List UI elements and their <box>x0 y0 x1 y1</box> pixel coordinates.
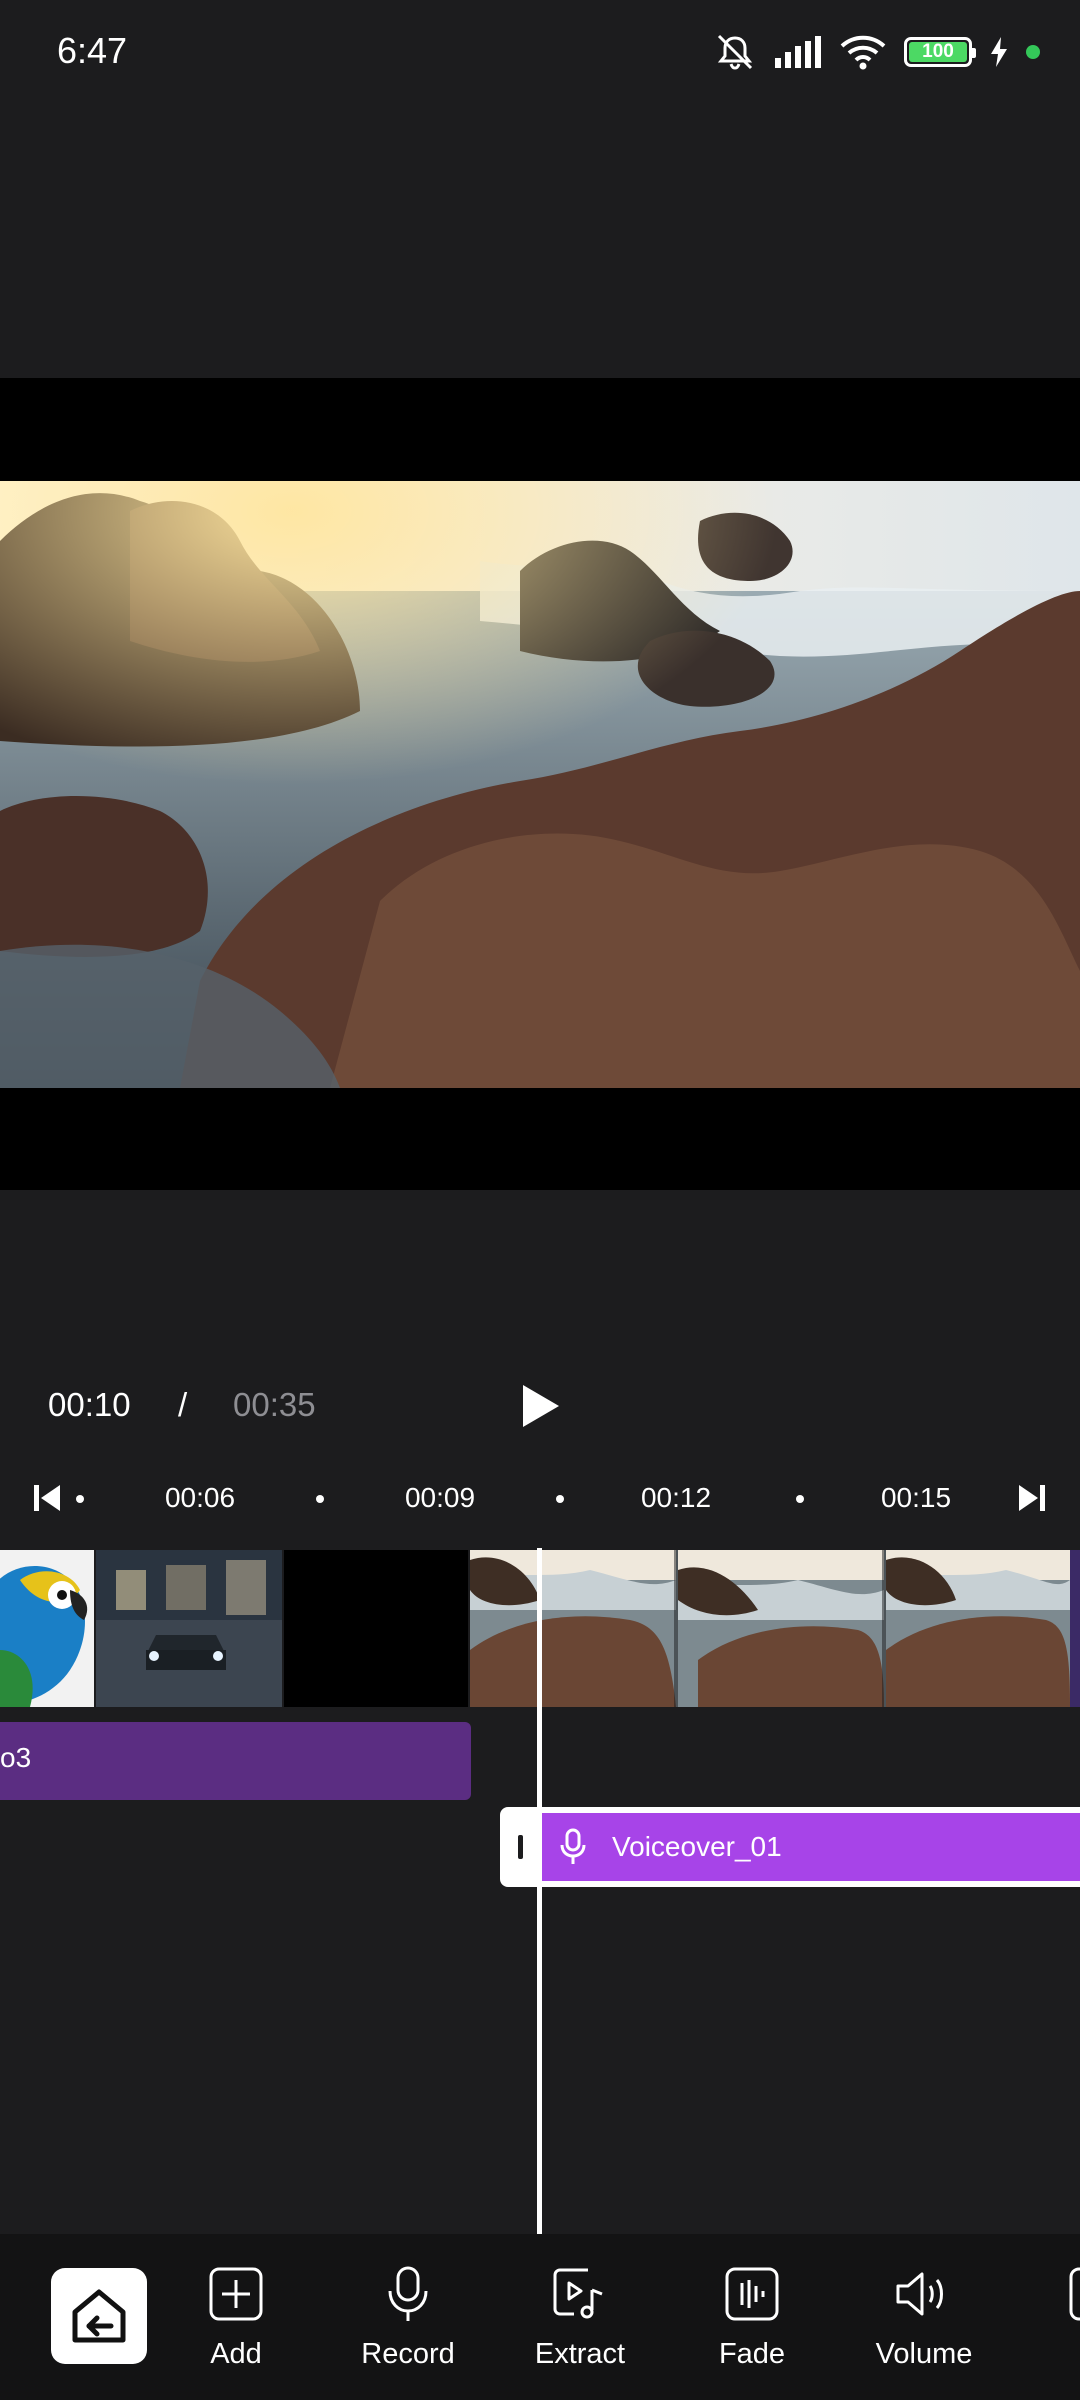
volume-tool[interactable]: Volume <box>854 2264 994 2384</box>
status-icons: 100 <box>714 30 1040 74</box>
clip-ocean-rocks[interactable] <box>470 1550 1070 1707</box>
text-tool[interactable]: T <box>1026 2264 1080 2384</box>
volume-icon <box>894 2264 954 2324</box>
extract-label: Extract <box>534 2338 626 2370</box>
privacy-dot <box>1026 45 1040 59</box>
tick-dot <box>556 1495 564 1503</box>
record-label: Record <box>361 2338 455 2370</box>
add-label: Add <box>210 2338 262 2370</box>
microphone-icon <box>378 2264 438 2324</box>
voiceover-trim-handle[interactable] <box>500 1807 540 1887</box>
music-track-label: o3 <box>0 1742 32 1773</box>
status-time: 6:47 <box>57 30 128 71</box>
fade-tool[interactable]: Fade <box>682 2264 822 2384</box>
add-tool[interactable]: Add <box>166 2264 306 2384</box>
tick-dot <box>76 1495 84 1503</box>
signal-icon <box>775 36 821 68</box>
wifi-icon <box>840 35 886 70</box>
battery-icon: 100 <box>904 37 976 67</box>
battery-tip <box>972 48 976 58</box>
handle-bar <box>517 1835 523 1859</box>
clip-parrot[interactable] <box>0 1550 94 1707</box>
voiceover-track[interactable]: Voiceover_01 <box>500 1807 1080 1887</box>
back-button[interactable] <box>51 2268 147 2364</box>
preview-frame-image <box>0 481 1080 1088</box>
video-editor-screen: 6:47 100 00:10 / 00:35 00:06 00:09 00:12… <box>0 0 1080 2400</box>
clip-black[interactable] <box>284 1550 468 1707</box>
record-tool[interactable]: Record <box>338 2264 478 2384</box>
skip-end-icon <box>1019 1485 1045 1511</box>
skip-start-icon <box>34 1485 60 1511</box>
play-icon <box>523 1385 559 1427</box>
microphone-icon <box>556 1827 590 1867</box>
tick-label: 00:12 <box>640 1482 712 1513</box>
tick-dot <box>796 1495 804 1503</box>
skip-to-end-button[interactable] <box>1012 1478 1052 1518</box>
tick-dot <box>316 1495 324 1503</box>
extract-tool[interactable]: Extract <box>510 2264 650 2384</box>
extract-icon <box>550 2264 610 2324</box>
play-button[interactable] <box>510 1376 570 1436</box>
tick-label: 00:09 <box>404 1482 476 1513</box>
voiceover-clip[interactable]: Voiceover_01 <box>542 1813 1080 1881</box>
back-home-icon <box>72 2289 126 2343</box>
clip-car-night[interactable] <box>96 1550 282 1707</box>
current-time: 00:10 <box>48 1386 131 1423</box>
tick-label: 00:06 <box>164 1482 236 1513</box>
timeline-ruler[interactable]: 00:06 00:09 00:12 00:15 <box>0 1470 1080 1526</box>
bottom-toolbar: Add Record Extract Fade Volume <box>0 2234 1080 2400</box>
mute-icon <box>717 34 753 70</box>
music-track[interactable]: o3 <box>0 1722 471 1800</box>
tick-label: 00:15 <box>880 1482 952 1513</box>
voiceover-label: Voiceover_01 <box>612 1831 782 1862</box>
clip-edge[interactable] <box>1070 1550 1080 1707</box>
status-bar: 6:47 100 <box>0 0 1080 104</box>
skip-to-start-button[interactable] <box>27 1478 67 1518</box>
charging-icon <box>991 37 1007 67</box>
fade-icon <box>722 2264 782 2324</box>
time-separator: / <box>178 1386 188 1423</box>
total-time: 00:35 <box>233 1386 316 1423</box>
volume-label: Volume <box>875 2338 973 2370</box>
text-icon <box>1066 2264 1080 2324</box>
battery-level: 100 <box>922 41 954 62</box>
fade-label: Fade <box>718 2338 786 2370</box>
playhead[interactable] <box>537 1548 542 2234</box>
add-icon <box>206 2264 266 2324</box>
